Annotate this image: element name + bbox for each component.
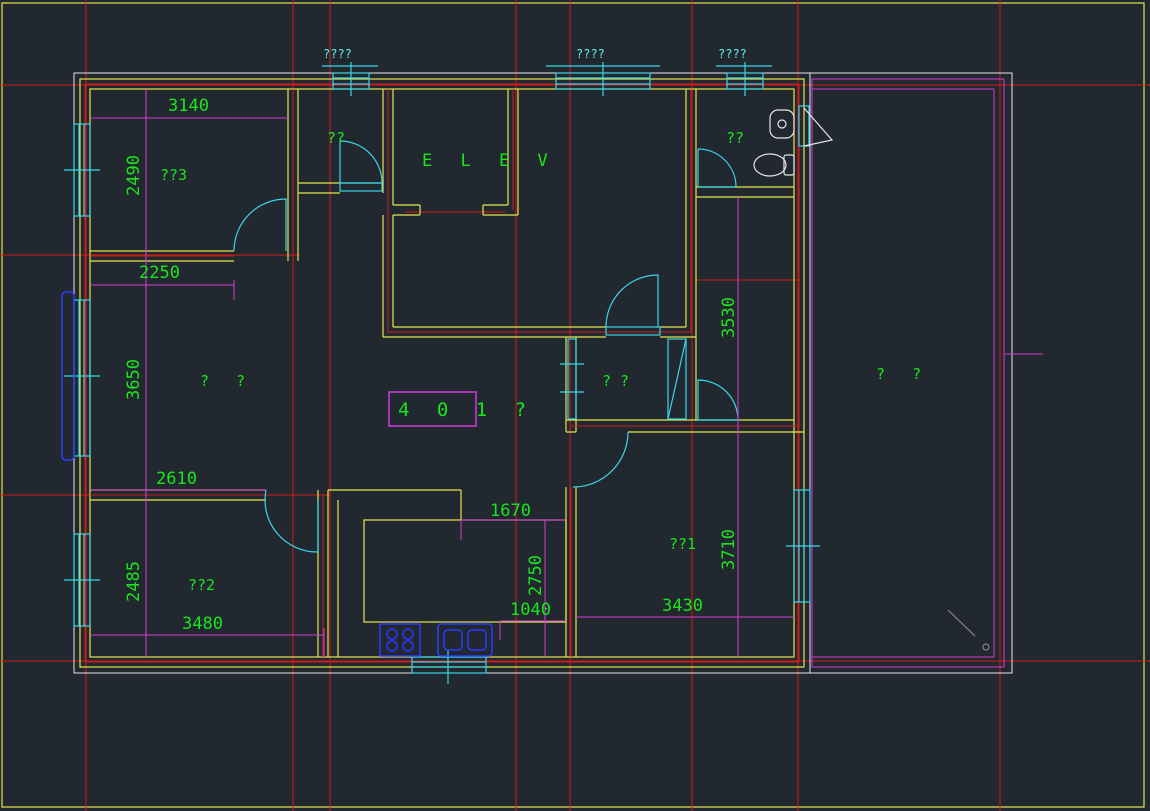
dim-3530: 3530: [719, 297, 739, 338]
room-label-bath: ??: [726, 129, 744, 147]
dim-2610: 2610: [156, 469, 197, 489]
dim-1040: 1040: [510, 600, 551, 620]
dim-3650: 3650: [124, 359, 144, 400]
dim-1670: 1670: [490, 501, 531, 521]
dim-2250: 2250: [139, 263, 180, 283]
dim-3710: 3710: [719, 529, 739, 570]
room-label-small: ??: [327, 129, 345, 147]
dim-2490: 2490: [124, 155, 144, 196]
dim-3430: 3430: [662, 596, 703, 616]
window-tag-top-right: ????: [718, 47, 747, 61]
model-space-background: [0, 0, 1150, 811]
window-tag-top-left: ????: [323, 47, 352, 61]
room-label-living: ? ?: [200, 372, 245, 390]
room-label-bedroom2: ??2: [188, 576, 215, 594]
dim-3480: 3480: [182, 614, 223, 634]
dim-2750: 2750: [526, 555, 546, 596]
floor-plan-canvas: 3140 2490 2250 3650 2610 2485 3480 1670 …: [0, 0, 1150, 811]
room-label-bedroom1: ??1: [669, 535, 696, 553]
elevator-label: E L E V: [422, 151, 557, 171]
window-tag-top-center: ????: [576, 47, 605, 61]
dim-2485: 2485: [124, 561, 144, 602]
dim-3140: 3140: [168, 96, 209, 116]
room-label-storage: ? ?: [602, 372, 629, 390]
room-label-balcony: ? ?: [876, 365, 921, 383]
unit-number: 4 0 1 ?: [398, 399, 534, 421]
room-label-bedroom3: ??3: [160, 166, 187, 184]
